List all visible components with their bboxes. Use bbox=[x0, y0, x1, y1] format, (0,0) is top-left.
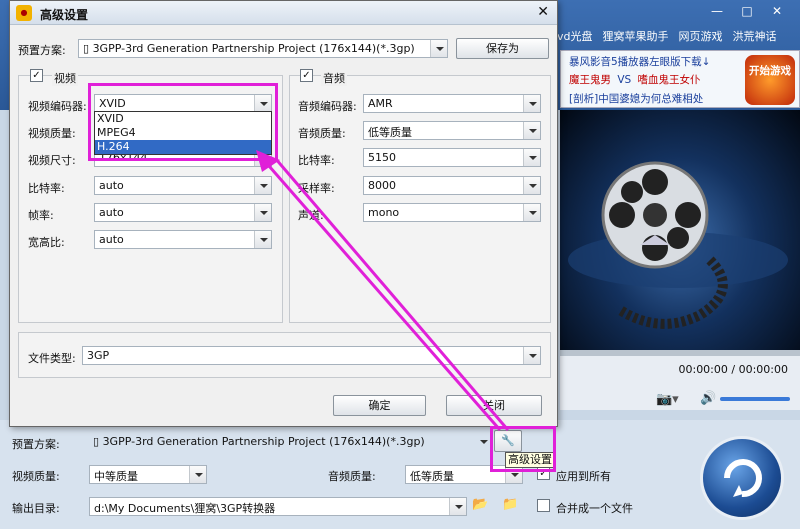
annotation-arrow bbox=[256, 150, 510, 431]
